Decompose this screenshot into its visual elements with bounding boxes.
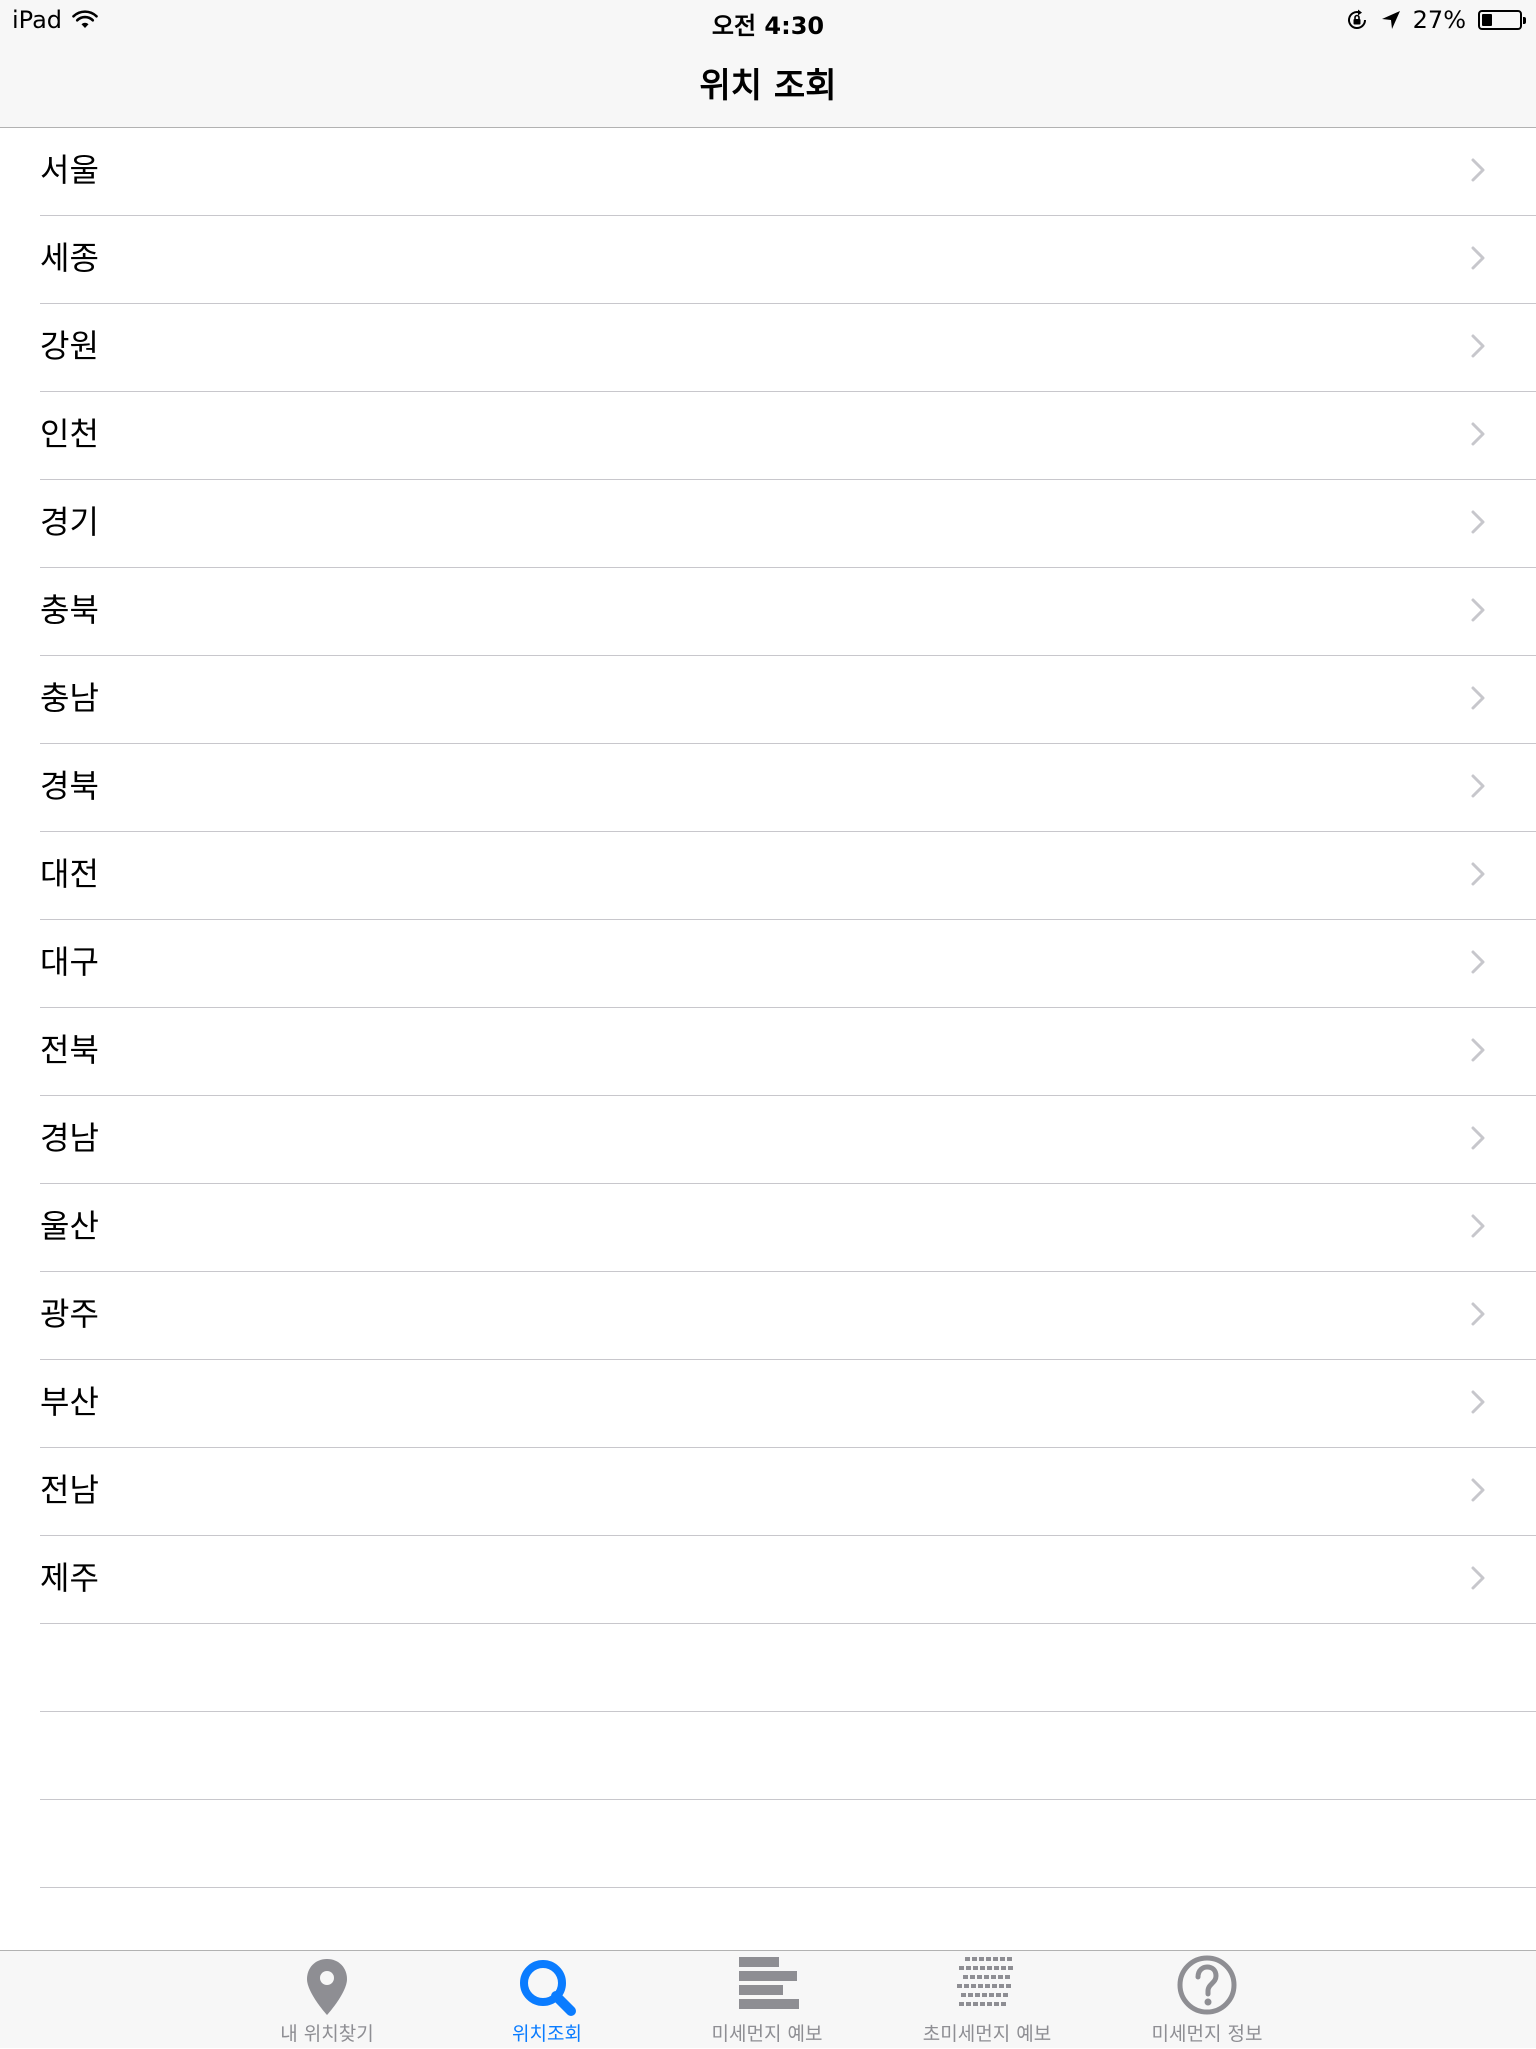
location-pin-icon	[295, 1955, 359, 2019]
region-row[interactable]: 전남	[0, 1448, 1536, 1536]
chevron-right-icon	[1464, 332, 1492, 360]
tab-label: 위치조회	[512, 2023, 582, 2045]
page-title: 위치 조회	[699, 66, 837, 106]
tab-bar: 내 위치찾기 위치조회 미세먼지 예보 초미세먼지 예보 미세먼지 정보	[0, 1950, 1536, 2048]
rotation-lock-icon	[1347, 9, 1366, 29]
status-right: 27%	[1345, 6, 1526, 34]
region-label: 부산	[40, 1383, 99, 1421]
tab-bars[interactable]: 미세먼지 예보	[667, 1951, 867, 2049]
tab-label: 내 위치찾기	[280, 2023, 374, 2045]
battery-percent: 27%	[1412, 6, 1466, 34]
region-label: 세종	[40, 239, 99, 277]
status-bar: iPad 오전 4:30 27%	[0, 0, 1536, 40]
chevron-right-icon	[1464, 684, 1492, 712]
region-label: 강원	[40, 327, 99, 365]
dotted-bars-icon	[955, 1955, 1019, 2019]
top-bar: iPad 오전 4:30 27% 위치 조회	[0, 0, 1536, 128]
region-label: 대구	[40, 943, 99, 981]
tab-dotted-bars[interactable]: 초미세먼지 예보	[887, 1951, 1087, 2049]
chevron-right-icon	[1464, 1564, 1492, 1592]
chevron-right-icon	[1464, 1300, 1492, 1328]
region-row[interactable]: 경남	[0, 1096, 1536, 1184]
battery-level	[1482, 14, 1492, 26]
region-row[interactable]: 강원	[0, 304, 1536, 392]
region-label: 인천	[40, 415, 99, 453]
region-label: 전북	[40, 1031, 99, 1069]
region-label: 서울	[40, 151, 99, 189]
tab-label: 미세먼지 정보	[1151, 2023, 1263, 2045]
tab-label: 초미세먼지 예보	[922, 2023, 1052, 2045]
region-row[interactable]: 인천	[0, 392, 1536, 480]
region-row[interactable]: 대구	[0, 920, 1536, 1008]
empty-row	[0, 1800, 1536, 1888]
chevron-right-icon	[1464, 420, 1492, 448]
tab-search[interactable]: 위치조회	[447, 1951, 647, 2049]
region-label: 충북	[40, 591, 99, 629]
region-row[interactable]: 경기	[0, 480, 1536, 568]
region-row[interactable]: 울산	[0, 1184, 1536, 1272]
chevron-right-icon	[1464, 1476, 1492, 1504]
chevron-right-icon	[1464, 1388, 1492, 1416]
tab-location-pin[interactable]: 내 위치찾기	[227, 1951, 427, 2049]
empty-row	[0, 1712, 1536, 1800]
region-label: 경북	[40, 767, 99, 805]
search-icon	[515, 1955, 579, 2019]
region-row[interactable]: 대전	[0, 832, 1536, 920]
chevron-right-icon	[1464, 596, 1492, 624]
region-label: 대전	[40, 855, 99, 893]
chevron-right-icon	[1464, 860, 1492, 888]
chevron-right-icon	[1464, 772, 1492, 800]
empty-row	[0, 1624, 1536, 1712]
region-label: 경기	[40, 503, 99, 541]
chevron-right-icon	[1464, 244, 1492, 272]
tab-question[interactable]: 미세먼지 정보	[1107, 1951, 1307, 2049]
battery-icon	[1478, 10, 1526, 30]
status-time: 오전 4:30	[711, 12, 825, 40]
chevron-right-icon	[1464, 508, 1492, 536]
region-label: 제주	[40, 1559, 99, 1597]
region-row[interactable]: 세종	[0, 216, 1536, 304]
region-row[interactable]: 부산	[0, 1360, 1536, 1448]
chevron-right-icon	[1464, 1036, 1492, 1064]
region-label: 울산	[40, 1207, 99, 1245]
chevron-right-icon	[1464, 1212, 1492, 1240]
tab-label: 미세먼지 예보	[711, 2023, 823, 2045]
region-row[interactable]: 경북	[0, 744, 1536, 832]
region-row[interactable]: 충남	[0, 656, 1536, 744]
chevron-right-icon	[1464, 948, 1492, 976]
region-label: 경남	[40, 1119, 99, 1157]
chevron-right-icon	[1464, 156, 1492, 184]
bars-icon	[735, 1955, 799, 2019]
location-arrow-icon	[1381, 11, 1400, 29]
region-list: 서울세종강원인천경기충북충남경북대전대구전북경남울산광주부산전남제주	[0, 128, 1536, 1888]
region-row[interactable]: 제주	[0, 1536, 1536, 1624]
region-label: 충남	[40, 679, 99, 717]
region-row[interactable]: 충북	[0, 568, 1536, 656]
region-row[interactable]: 전북	[0, 1008, 1536, 1096]
question-icon	[1175, 1955, 1239, 2019]
region-row[interactable]: 서울	[0, 128, 1536, 216]
chevron-right-icon	[1464, 1124, 1492, 1152]
region-label: 광주	[40, 1295, 99, 1333]
region-row[interactable]: 광주	[0, 1272, 1536, 1360]
region-label: 전남	[40, 1471, 99, 1509]
